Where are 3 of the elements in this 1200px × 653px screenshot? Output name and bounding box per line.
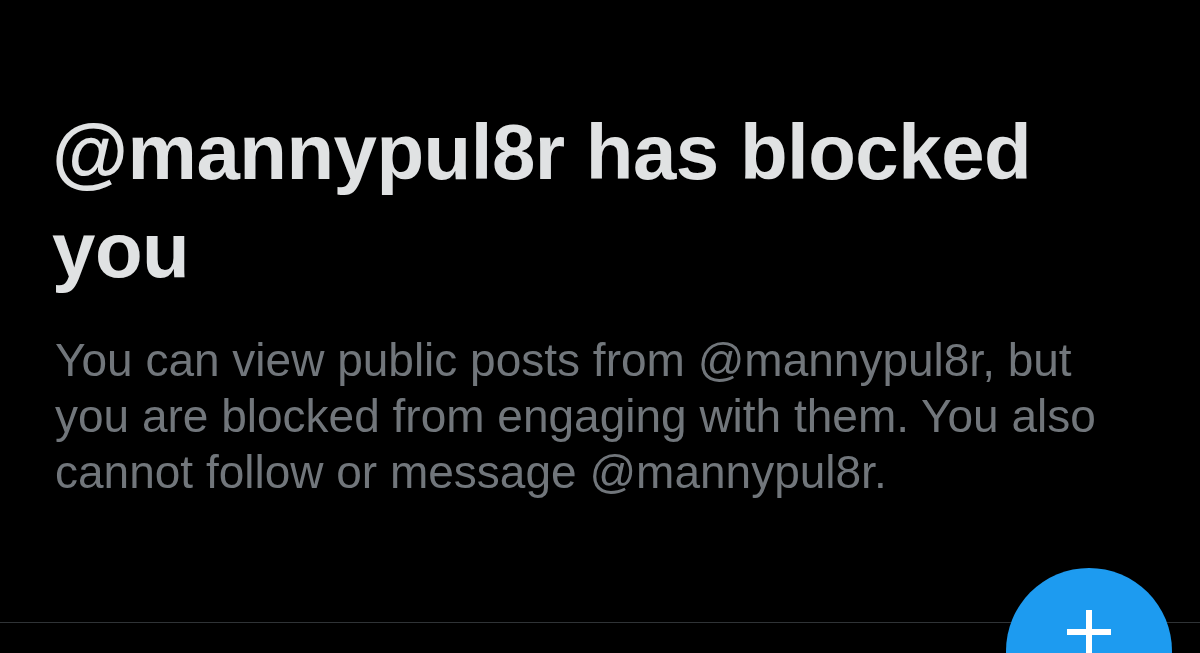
plus-icon <box>1067 610 1111 653</box>
blocked-message: You can view public posts from @mannypul8r, but you are blocked from engaging with them. You also cannot follow or message @mannypul8r. <box>55 333 1097 500</box>
blocked-heading: @mannypul8r has blocked you <box>52 107 1033 296</box>
